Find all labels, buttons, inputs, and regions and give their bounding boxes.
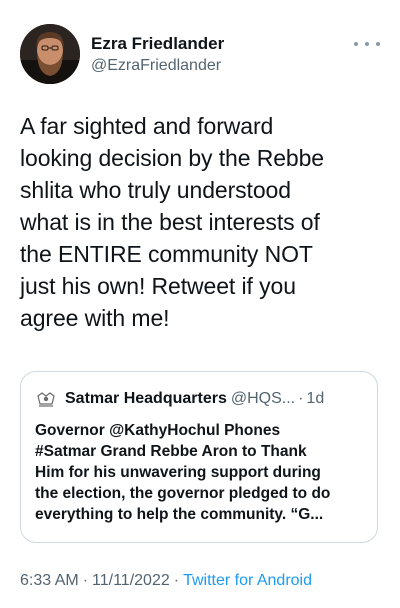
author-avatar[interactable]	[20, 24, 80, 84]
quoted-display-name: Satmar Headquarters	[65, 390, 227, 407]
tweet-source-link[interactable]: Twitter for Android	[183, 572, 312, 589]
tweet-date[interactable]: 11/11/2022	[92, 572, 170, 589]
profile-photo	[20, 24, 80, 84]
tweet-meta: 6:33 AM · 11/11/2022 · Twitter for Android	[20, 572, 312, 590]
tweet-text: A far sighted and forward looking decisi…	[20, 113, 324, 331]
quoted-handle: @HQS...	[230, 390, 296, 407]
more-icon[interactable]	[354, 36, 380, 52]
quoted-time: 1d	[306, 390, 325, 407]
tweet-header: Ezra Friedlander @EzraFriedlander	[20, 24, 380, 86]
author-display-name[interactable]: Ezra Friedlander	[91, 33, 224, 54]
author-info[interactable]: Ezra Friedlander @EzraFriedlander	[91, 33, 224, 77]
meta-separator: ·	[82, 572, 89, 589]
tweet-time[interactable]: 6:33 AM	[20, 572, 79, 589]
quoted-separator: ·	[298, 390, 304, 407]
author-handle[interactable]: @EzraFriedlander	[91, 55, 224, 77]
satmar-emblem-icon	[35, 388, 57, 410]
quoted-tweet-card[interactable]: Satmar Headquarters @HQS... · 1d Governo…	[20, 371, 378, 543]
quoted-tweet-header: Satmar Headquarters @HQS... · 1d	[35, 388, 324, 410]
quoted-tweet-text: Governor @KathyHochul Phones #Satmar Gra…	[35, 422, 331, 523]
meta-separator: ·	[173, 572, 180, 589]
